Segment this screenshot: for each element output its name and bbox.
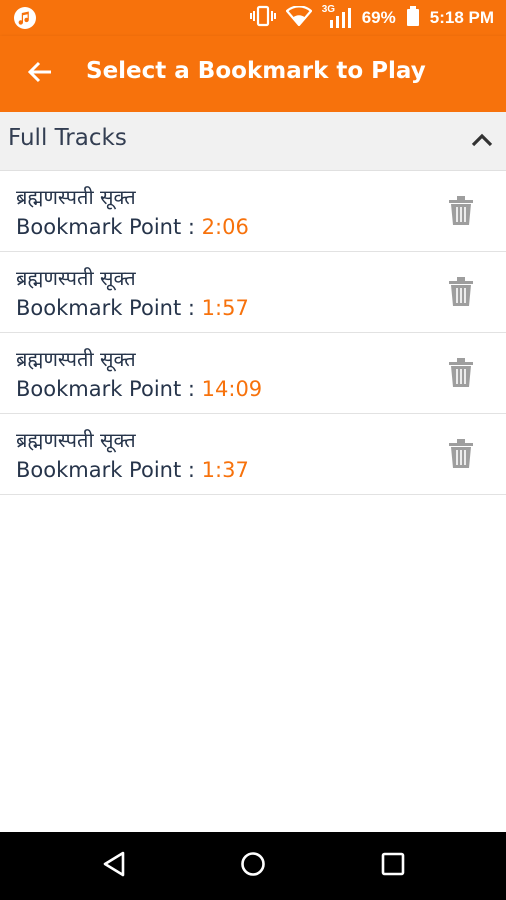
bookmark-time: 1:37 xyxy=(201,458,249,482)
track-title: ब्रह्मणस्पती सूक्त xyxy=(16,266,136,290)
bookmark-time: 2:06 xyxy=(201,215,249,239)
system-nav-bar xyxy=(0,832,506,900)
bookmark-point: Bookmark Point : 14:09 xyxy=(16,377,262,401)
nav-recents-button[interactable] xyxy=(373,846,413,886)
bookmark-time: 14:09 xyxy=(201,377,263,401)
back-triangle-icon xyxy=(102,851,126,881)
signal-icon: 3G xyxy=(322,4,352,30)
battery-icon xyxy=(406,5,420,32)
app-bar: Select a Bookmark to Play xyxy=(0,36,506,112)
nav-home-button[interactable] xyxy=(233,846,273,886)
bookmark-row[interactable]: ब्रह्मणस्पती सूक्त Bookmark Point : 14:0… xyxy=(0,333,506,414)
bookmark-label: Bookmark Point : xyxy=(16,377,202,401)
back-button[interactable] xyxy=(20,56,60,92)
wifi-icon xyxy=(285,4,313,31)
trash-icon xyxy=(448,356,474,392)
track-title: ब्रह्मणस्पती सूक्त xyxy=(16,185,136,209)
track-title: ब्रह्मणस्पती सूक्त xyxy=(16,347,136,371)
bookmark-label: Bookmark Point : xyxy=(16,458,202,482)
recents-square-icon xyxy=(381,852,405,880)
track-title: ब्रह्मणस्पती सूक्त xyxy=(16,428,136,452)
delete-button[interactable] xyxy=(446,357,476,391)
bookmark-point: Bookmark Point : 2:06 xyxy=(16,215,249,239)
collapse-button[interactable] xyxy=(468,127,496,155)
delete-button[interactable] xyxy=(446,195,476,229)
delete-button[interactable] xyxy=(446,276,476,310)
home-circle-icon xyxy=(240,851,266,881)
chevron-up-icon xyxy=(471,132,493,151)
delete-button[interactable] xyxy=(446,438,476,472)
nav-back-button[interactable] xyxy=(94,846,134,886)
bookmark-row[interactable]: ब्रह्मणस्पती सूक्त Bookmark Point : 1:57 xyxy=(0,252,506,333)
bookmark-label: Bookmark Point : xyxy=(16,215,202,239)
bookmark-point: Bookmark Point : 1:37 xyxy=(16,458,249,482)
status-time: 5:18 PM xyxy=(429,8,494,27)
vibrate-icon xyxy=(249,5,276,32)
app-music-icon xyxy=(14,7,36,29)
trash-icon xyxy=(448,437,474,473)
trash-icon xyxy=(448,275,474,311)
battery-percent: 69% xyxy=(361,8,396,27)
bookmark-row[interactable]: ब्रह्मणस्पती सूक्त Bookmark Point : 1:37 xyxy=(0,414,506,495)
arrow-left-icon xyxy=(27,60,53,88)
status-bar: 3G 69% 5:18 PM xyxy=(0,0,506,36)
bookmark-label: Bookmark Point : xyxy=(16,296,202,320)
bookmark-row[interactable]: ब्रह्मणस्पती सूक्त Bookmark Point : 2:06 xyxy=(0,171,506,252)
section-header-full-tracks[interactable]: Full Tracks xyxy=(0,112,506,171)
section-title: Full Tracks xyxy=(8,125,127,151)
bookmark-time: 1:57 xyxy=(201,296,249,320)
trash-icon xyxy=(448,194,474,230)
page-title: Select a Bookmark to Play xyxy=(86,58,426,84)
bookmark-point: Bookmark Point : 1:57 xyxy=(16,296,249,320)
bookmark-list: ब्रह्मणस्पती सूक्त Bookmark Point : 2:06… xyxy=(0,171,506,495)
